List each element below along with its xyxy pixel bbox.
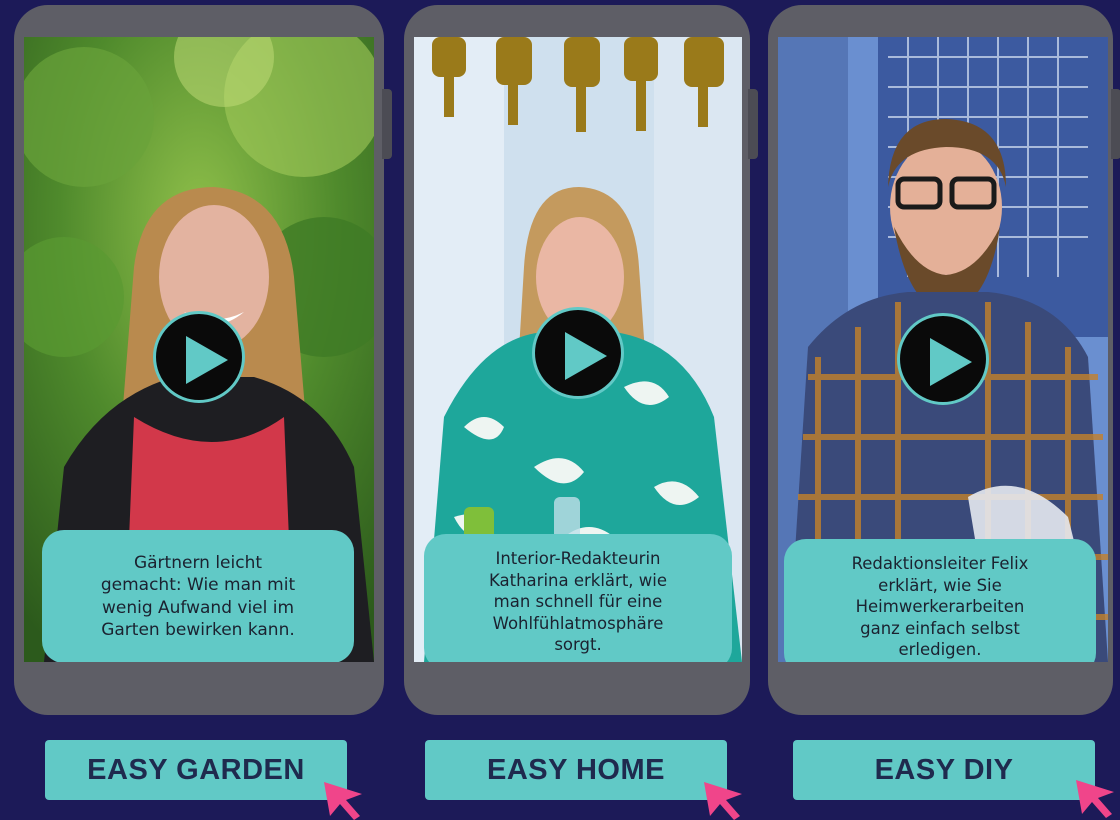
video-caption: Redaktionsleiter Felix erklärt, wie Sie … [784, 539, 1096, 662]
play-button[interactable] [153, 311, 245, 403]
play-button[interactable] [532, 307, 624, 399]
video-thumbnail-garden[interactable]: Gärtnern leicht gemacht: Wie man mit wen… [24, 37, 374, 662]
easy-home-button[interactable]: EASY HOME [425, 740, 727, 800]
cursor-arrow-icon [704, 782, 742, 820]
phone-side-button [748, 89, 758, 159]
video-caption: Interior-Redakteurin Katharina erklärt, … [424, 534, 732, 662]
play-icon [186, 336, 228, 384]
video-card-home: Interior-Redakteurin Katharina erklärt, … [404, 5, 758, 715]
cursor-arrow-icon [1076, 780, 1114, 818]
play-button[interactable] [897, 313, 989, 405]
video-caption: Gärtnern leicht gemacht: Wie man mit wen… [42, 530, 354, 662]
video-thumbnail-diy[interactable]: Redaktionsleiter Felix erklärt, wie Sie … [778, 37, 1108, 662]
cursor-arrow-icon [324, 782, 362, 820]
video-thumbnail-home[interactable]: Interior-Redakteurin Katharina erklärt, … [414, 37, 742, 662]
easy-diy-button[interactable]: EASY DIY [793, 740, 1095, 800]
easy-garden-button[interactable]: EASY GARDEN [45, 740, 347, 800]
play-icon [565, 332, 607, 380]
phone-side-button [382, 89, 392, 159]
play-icon [930, 338, 972, 386]
phone-side-button [1111, 89, 1120, 159]
video-card-diy: Redaktionsleiter Felix erklärt, wie Sie … [768, 5, 1120, 715]
video-card-garden: Gärtnern leicht gemacht: Wie man mit wen… [14, 5, 392, 715]
